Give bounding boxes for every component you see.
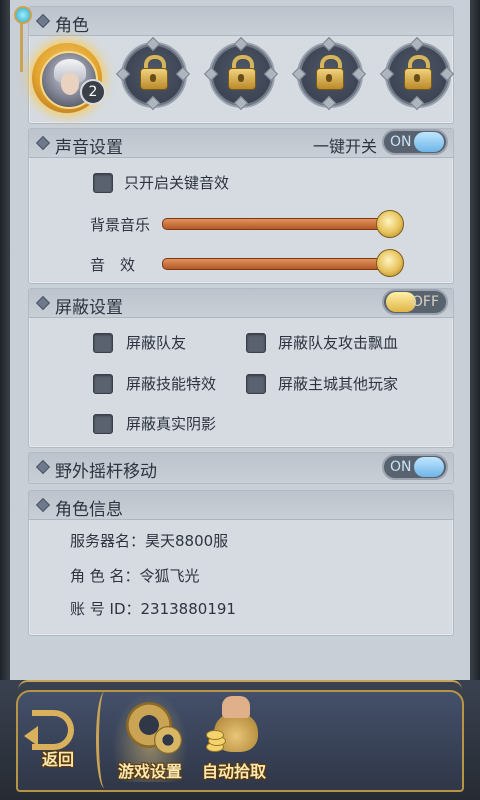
role-name: 角 色 名：令狐飞光 [70, 567, 200, 585]
key-sfx-checkbox[interactable] [93, 173, 113, 193]
shield-option-label: 屏蔽技能特效 [126, 375, 217, 393]
section-title: 声音设置 [55, 138, 123, 158]
toggle-knob [414, 457, 444, 477]
bottom-nav-bar: 返回 游戏设置 自动拾取 [0, 680, 480, 800]
shield-option-label: 屏蔽队友 [126, 334, 187, 352]
bgm-label: 背景音乐 [90, 216, 151, 234]
gem-ornament-icon [14, 6, 32, 24]
ornament-chain [20, 22, 23, 72]
lock-keyhole [150, 74, 156, 82]
small-gear-icon [154, 726, 182, 754]
shield-option-checkbox[interactable] [246, 374, 266, 394]
sfx-label: 音 效 [90, 256, 136, 274]
account-id: 账 号 ID：2313880191 [70, 600, 236, 618]
section-title: 角色信息 [55, 500, 123, 520]
role-header: 角色 [29, 7, 453, 36]
coin-icon [206, 730, 224, 740]
lock-keyhole [238, 74, 244, 82]
shield-option-checkbox[interactable] [93, 333, 113, 353]
diamond-icon [35, 13, 51, 29]
diamond-icon [35, 295, 51, 311]
shield-option-checkbox[interactable] [246, 333, 266, 353]
nav-rim [18, 680, 462, 690]
lock-keyhole [326, 74, 332, 82]
back-button[interactable]: 返回 [18, 692, 98, 782]
sfx-slider[interactable] [162, 258, 400, 270]
section-title: 屏蔽设置 [55, 298, 123, 318]
bgm-slider-knob[interactable] [376, 210, 404, 238]
portrait-face [61, 73, 79, 95]
level-badge: 2 [80, 79, 106, 105]
locked-slot[interactable] [115, 36, 191, 111]
server-name: 服务器名：昊天8800服 [70, 532, 229, 550]
game-settings-tab[interactable]: 游戏设置 [110, 692, 190, 782]
shield-option-label: 屏蔽主城其他玩家 [278, 375, 399, 393]
locked-slot[interactable] [379, 36, 455, 111]
game-settings-label: 游戏设置 [117, 762, 182, 781]
diamond-icon [35, 459, 51, 475]
joystick-toggle[interactable]: ON [382, 454, 448, 480]
one-key-label: 一键开关 [312, 137, 377, 156]
section-title: 角色 [55, 16, 89, 36]
diamond-icon [35, 135, 51, 151]
avatar-slot-active[interactable]: 2 [32, 43, 106, 113]
bgm-slider[interactable] [162, 218, 400, 230]
shield-option-label: 屏蔽真实阴影 [126, 415, 217, 433]
toggle-state: ON [390, 134, 412, 150]
toggle-state: OFF [411, 294, 439, 310]
toggle-state: ON [390, 459, 412, 475]
diamond-icon [35, 497, 51, 513]
locked-slot[interactable] [291, 36, 367, 111]
key-sfx-label: 只开启关键音效 [124, 174, 230, 192]
shield-toggle[interactable]: OFF [382, 289, 448, 315]
shield-option-checkbox[interactable] [93, 374, 113, 394]
back-label: 返回 [41, 750, 74, 769]
hand-icon [222, 696, 250, 718]
back-arrow-icon [32, 710, 74, 750]
sound-master-toggle[interactable]: ON [382, 129, 448, 155]
lock-keyhole [414, 74, 420, 82]
shield-option-label: 屏蔽队友攻击飘血 [278, 334, 399, 352]
locked-slot[interactable] [203, 36, 279, 111]
auto-pickup-tab[interactable]: 自动拾取 [194, 692, 274, 782]
back-arrow-head [24, 726, 38, 746]
sfx-slider-knob[interactable] [376, 249, 404, 277]
role-info-header: 角色信息 [29, 491, 453, 520]
section-title: 野外摇杆移动 [55, 462, 157, 482]
auto-pickup-label: 自动拾取 [201, 762, 266, 781]
shield-option-checkbox[interactable] [93, 414, 113, 434]
toggle-knob [414, 132, 444, 152]
